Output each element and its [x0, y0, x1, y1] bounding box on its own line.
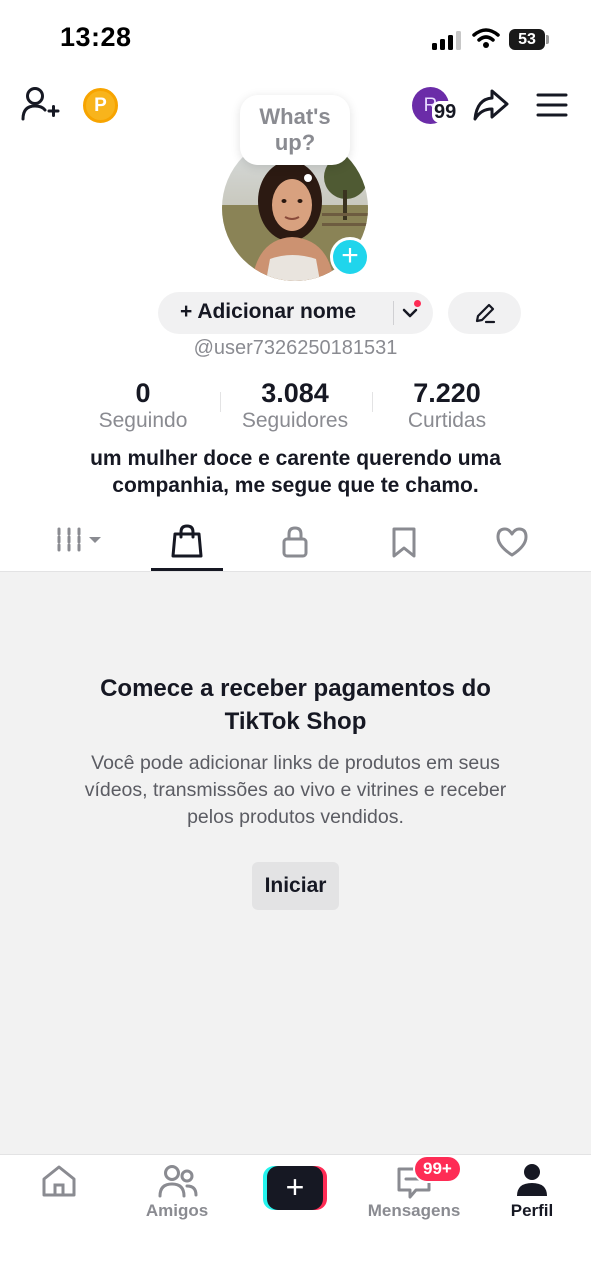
stat-following[interactable]: 0 Seguindo [84, 378, 202, 434]
stat-likes[interactable]: 7.220 Curtidas [390, 378, 504, 434]
battery-indicator: 53 [509, 29, 545, 50]
stat-followers-value: 3.084 [261, 378, 329, 408]
bio-line2: companhia, me segue que te chamo. [112, 474, 479, 497]
bookmark-icon [392, 527, 416, 558]
signal-icon [432, 31, 461, 50]
wifi-icon [472, 28, 500, 48]
stat-followers-label: Seguidores [241, 409, 349, 432]
tab-private[interactable] [259, 520, 331, 570]
stat-likes-label: Curtidas [407, 409, 487, 432]
shop-empty-desc-line3: pelos produtos vendidos. [187, 806, 404, 828]
shop-empty-description: Você pode adicionar links de produtos em… [40, 750, 551, 831]
friends-icon[interactable] [158, 1163, 198, 1199]
shop-empty-title-line1: Comece a receber pagamentos do [100, 675, 491, 702]
plus-icon: + [267, 1166, 323, 1210]
lock-icon [282, 526, 308, 558]
stat-likes-value: 7.220 [413, 378, 481, 408]
home-icon[interactable] [40, 1163, 78, 1199]
tab-videos[interactable] [44, 520, 116, 570]
username: @user7326250181531 [193, 337, 398, 359]
shop-bag-icon [171, 524, 203, 558]
shop-empty-title: Comece a receber pagamentos do TikTok Sh… [40, 672, 551, 738]
nav-profile-label[interactable]: Perfil [500, 1201, 564, 1221]
bio: um mulher doce e carente querendo uma co… [30, 445, 561, 499]
shop-empty-desc-line1: Você pode adicionar links de produtos em… [91, 752, 500, 774]
tabs-divider [0, 571, 591, 572]
heart-icon [496, 527, 528, 557]
bubble-text-line2: up? [274, 130, 316, 155]
shop-empty-desc-line2: vídeos, transmissões ao vivo e vitrines … [84, 779, 507, 801]
stat-following-label: Seguindo [98, 409, 188, 432]
add-name-label: + Adicionar nome [180, 300, 357, 323]
tab-liked[interactable] [476, 520, 548, 570]
bubble-dot [304, 174, 312, 182]
add-friend-icon[interactable] [20, 86, 60, 122]
stat-followers[interactable]: 3.084 Seguidores [230, 378, 360, 434]
notification-badge: 99 [432, 101, 459, 123]
new-dot [412, 298, 423, 309]
active-tab-indicator [151, 568, 223, 571]
coin-icon[interactable]: P [83, 88, 118, 123]
stat-divider [220, 392, 221, 412]
status-bubble[interactable]: What's up? [240, 95, 350, 165]
profile-icon[interactable] [516, 1163, 548, 1199]
nav-friends-label[interactable]: Amigos [137, 1201, 217, 1221]
create-button[interactable]: + [263, 1166, 327, 1210]
menu-icon[interactable] [536, 92, 568, 118]
tab-saved[interactable] [368, 520, 440, 570]
pencil-icon [475, 303, 496, 324]
bio-line1: um mulher doce e carente querendo uma [90, 447, 501, 470]
battery-cap [546, 35, 549, 44]
bubble-text-line1: What's [259, 104, 331, 129]
videos-grid-icon [57, 527, 101, 555]
start-button[interactable]: Iniciar [252, 862, 339, 910]
shop-empty-title-line2: TikTok Shop [224, 708, 367, 735]
status-time: 13:28 [60, 22, 132, 52]
tab-shop[interactable] [151, 520, 223, 570]
stat-divider [372, 392, 373, 412]
share-icon[interactable] [472, 87, 510, 123]
pill-divider [393, 301, 394, 325]
messages-badge: 99+ [413, 1155, 462, 1183]
stat-following-value: 0 [135, 378, 151, 408]
add-photo-button[interactable]: + [330, 237, 370, 277]
nav-messages-label[interactable]: Mensagens [360, 1201, 468, 1221]
